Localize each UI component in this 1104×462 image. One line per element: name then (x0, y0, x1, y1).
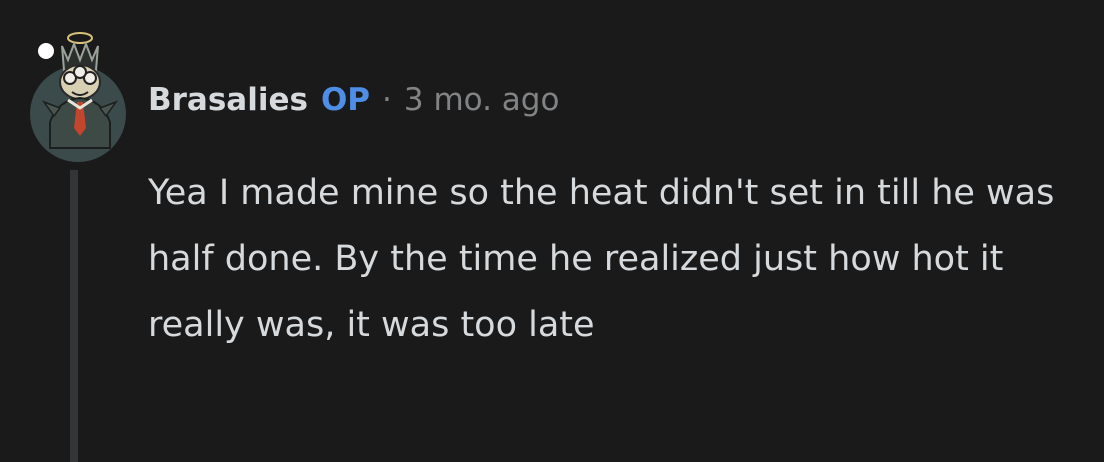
op-badge: OP (320, 82, 371, 118)
online-status-icon (38, 43, 54, 59)
avatar[interactable] (24, 26, 130, 162)
thread-line[interactable] (70, 170, 78, 462)
comment-body: Yea I made mine so the heat didn't set i… (148, 173, 1055, 345)
comment-timestamp[interactable]: 3 mo. ago (404, 82, 560, 118)
author-username[interactable]: Brasalies (148, 82, 308, 118)
comment-header: Brasalies OP · 3 mo. ago (0, 0, 1104, 162)
comment-meta: Brasalies OP · 3 mo. ago (148, 78, 559, 122)
meta-separator: · (382, 82, 392, 118)
